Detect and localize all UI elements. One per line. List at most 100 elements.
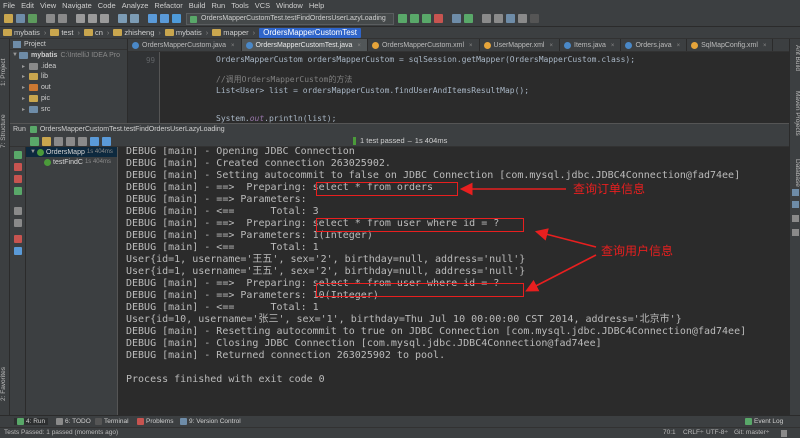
menu-run[interactable]: Run (211, 1, 225, 10)
test-suite-row[interactable]: ▼ OrdersMapp 1s 404ms (26, 147, 117, 157)
database-tool-button[interactable]: Database (791, 159, 800, 187)
rerun-icon[interactable] (14, 151, 22, 159)
expand-arrow-icon[interactable]: ▸ (22, 106, 28, 113)
run-tool-tab[interactable]: 4: Run (14, 418, 49, 425)
close-tab-icon[interactable]: × (550, 43, 554, 49)
close-icon[interactable] (14, 235, 22, 243)
expand-arrow-icon[interactable]: ▼ (12, 52, 18, 58)
breadcrumb-item[interactable]: mybatis › (3, 28, 46, 37)
cut-icon[interactable] (76, 14, 85, 23)
forward-icon[interactable] (160, 14, 169, 23)
tree-item[interactable]: ▸ pic (10, 93, 127, 104)
project-tool-button[interactable]: 1: Project (0, 47, 10, 97)
print-icon[interactable] (792, 229, 799, 236)
save-icon[interactable] (16, 14, 25, 23)
scroll-up-icon[interactable] (792, 189, 799, 196)
editor-tab[interactable]: UserMapper.xml × (480, 39, 561, 51)
show-ignored-icon[interactable] (42, 137, 51, 146)
caret-position[interactable]: 70:1 (663, 429, 676, 436)
problems-tool-tab[interactable]: Problems (137, 418, 173, 425)
terminal-tool-tab[interactable]: Terminal (95, 418, 129, 425)
menu-tools[interactable]: Tools (231, 1, 249, 10)
vcs-tool-tab[interactable]: 9: Version Control (180, 418, 241, 425)
coverage-icon[interactable] (422, 14, 431, 23)
breadcrumb-current[interactable]: OrdersMapperCustomTest (259, 27, 361, 38)
open-icon[interactable] (4, 14, 13, 23)
menu-refactor[interactable]: Refactor (154, 1, 182, 10)
close-tab-icon[interactable]: × (469, 43, 473, 49)
rerun-failed-icon[interactable] (14, 175, 22, 183)
expand-arrow-icon[interactable]: ▸ (22, 84, 28, 91)
next-failed-icon[interactable] (102, 137, 111, 146)
sdk-icon[interactable] (506, 14, 515, 23)
breadcrumb-item[interactable]: zhisheng › (113, 28, 161, 37)
stop-icon[interactable] (14, 163, 22, 171)
menu-window[interactable]: Window (276, 1, 303, 10)
file-encoding[interactable]: UTF-8÷ (706, 429, 728, 436)
menu-analyze[interactable]: Analyze (122, 1, 149, 10)
code-editor[interactable]: 99 OrdersMapperCustom ordersMapperCustom… (128, 52, 789, 123)
project-panel-header[interactable]: Project (10, 39, 127, 50)
editor-tab[interactable]: Orders.java × (621, 39, 688, 51)
import-icon[interactable] (14, 219, 22, 227)
console-output[interactable]: DEBUG [main] - Opening JDBC Connection DE… (118, 147, 789, 415)
redo-icon[interactable] (58, 14, 67, 23)
back-icon[interactable] (148, 14, 157, 23)
vcs-update-icon[interactable] (452, 14, 461, 23)
build-icon[interactable] (172, 14, 181, 23)
expand-arrow-icon[interactable]: ▸ (22, 95, 28, 102)
find-icon[interactable] (118, 14, 127, 23)
sort-icon[interactable] (54, 137, 63, 146)
editor-tab[interactable]: SqlMapConfig.xml × (687, 39, 774, 51)
close-tab-icon[interactable]: × (357, 43, 361, 49)
sync-icon[interactable] (28, 14, 37, 23)
menu-build[interactable]: Build (189, 1, 206, 10)
maven-projects-tool-button[interactable]: Maven Projects (791, 91, 800, 136)
lock-icon[interactable] (781, 430, 787, 437)
settings-icon[interactable] (482, 14, 491, 23)
todo-tool-tab[interactable]: 6: TODO (56, 418, 91, 425)
toggle-autotest-icon[interactable] (14, 187, 22, 195)
replace-icon[interactable] (130, 14, 139, 23)
breadcrumb-item[interactable]: mybatis › (164, 28, 208, 37)
help-icon[interactable] (518, 14, 527, 23)
editor-tab[interactable]: OrdersMapperCustom.java × (128, 39, 242, 51)
help-icon[interactable] (14, 247, 22, 255)
debug-icon[interactable] (410, 14, 419, 23)
structure-tool-button[interactable]: 7: Structure (0, 101, 10, 161)
menu-vcs[interactable]: VCS (255, 1, 270, 10)
tree-item[interactable]: ▸ out (10, 82, 127, 93)
menu-help[interactable]: Help (309, 1, 324, 10)
terminal-icon[interactable] (530, 14, 539, 23)
run-config-select[interactable]: OrdersMapperCustomTest.testFindOrdersUse… (186, 13, 394, 25)
run-icon[interactable] (398, 14, 407, 23)
expand-arrow-icon[interactable]: ▸ (22, 73, 28, 80)
expand-all-icon[interactable] (66, 137, 75, 146)
editor-tab[interactable]: OrdersMapperCustom.xml × (368, 39, 480, 51)
line-separator[interactable]: CRLF÷ (683, 429, 704, 436)
project-structure-icon[interactable] (494, 14, 503, 23)
tree-item[interactable]: ▸ lib (10, 72, 127, 83)
show-passed-icon[interactable] (30, 137, 39, 146)
breadcrumb-item[interactable]: test › (50, 28, 80, 37)
tree-item[interactable]: ▸ src (10, 104, 127, 115)
menu-navigate[interactable]: Navigate (62, 1, 92, 10)
run-tab-config[interactable]: OrdersMapperCustomTest.testFindOrdersUse… (40, 126, 225, 133)
tree-item[interactable]: ▸ .idea (10, 61, 127, 72)
close-tab-icon[interactable]: × (763, 43, 767, 49)
paste-icon[interactable] (100, 14, 109, 23)
export-icon[interactable] (14, 207, 22, 215)
editor-tab[interactable]: OrdersMapperCustomTest.java × (241, 39, 368, 51)
breadcrumb-item[interactable]: mapper › (212, 28, 255, 37)
favorites-tool-button[interactable]: 2: Favorites (0, 359, 10, 409)
git-branch[interactable]: Git: master÷ (734, 429, 769, 436)
event-log-tool-tab[interactable]: Event Log (745, 418, 783, 425)
menu-file[interactable]: File (3, 1, 15, 10)
status-message[interactable]: Tests Passed: 1 passed (moments ago) (4, 429, 118, 436)
copy-icon[interactable] (88, 14, 97, 23)
menu-view[interactable]: View (40, 1, 56, 10)
undo-icon[interactable] (46, 14, 55, 23)
expand-arrow-icon[interactable]: ▸ (22, 63, 28, 70)
menu-edit[interactable]: Edit (21, 1, 34, 10)
ant-build-tool-button[interactable]: Ant Build (791, 45, 800, 71)
